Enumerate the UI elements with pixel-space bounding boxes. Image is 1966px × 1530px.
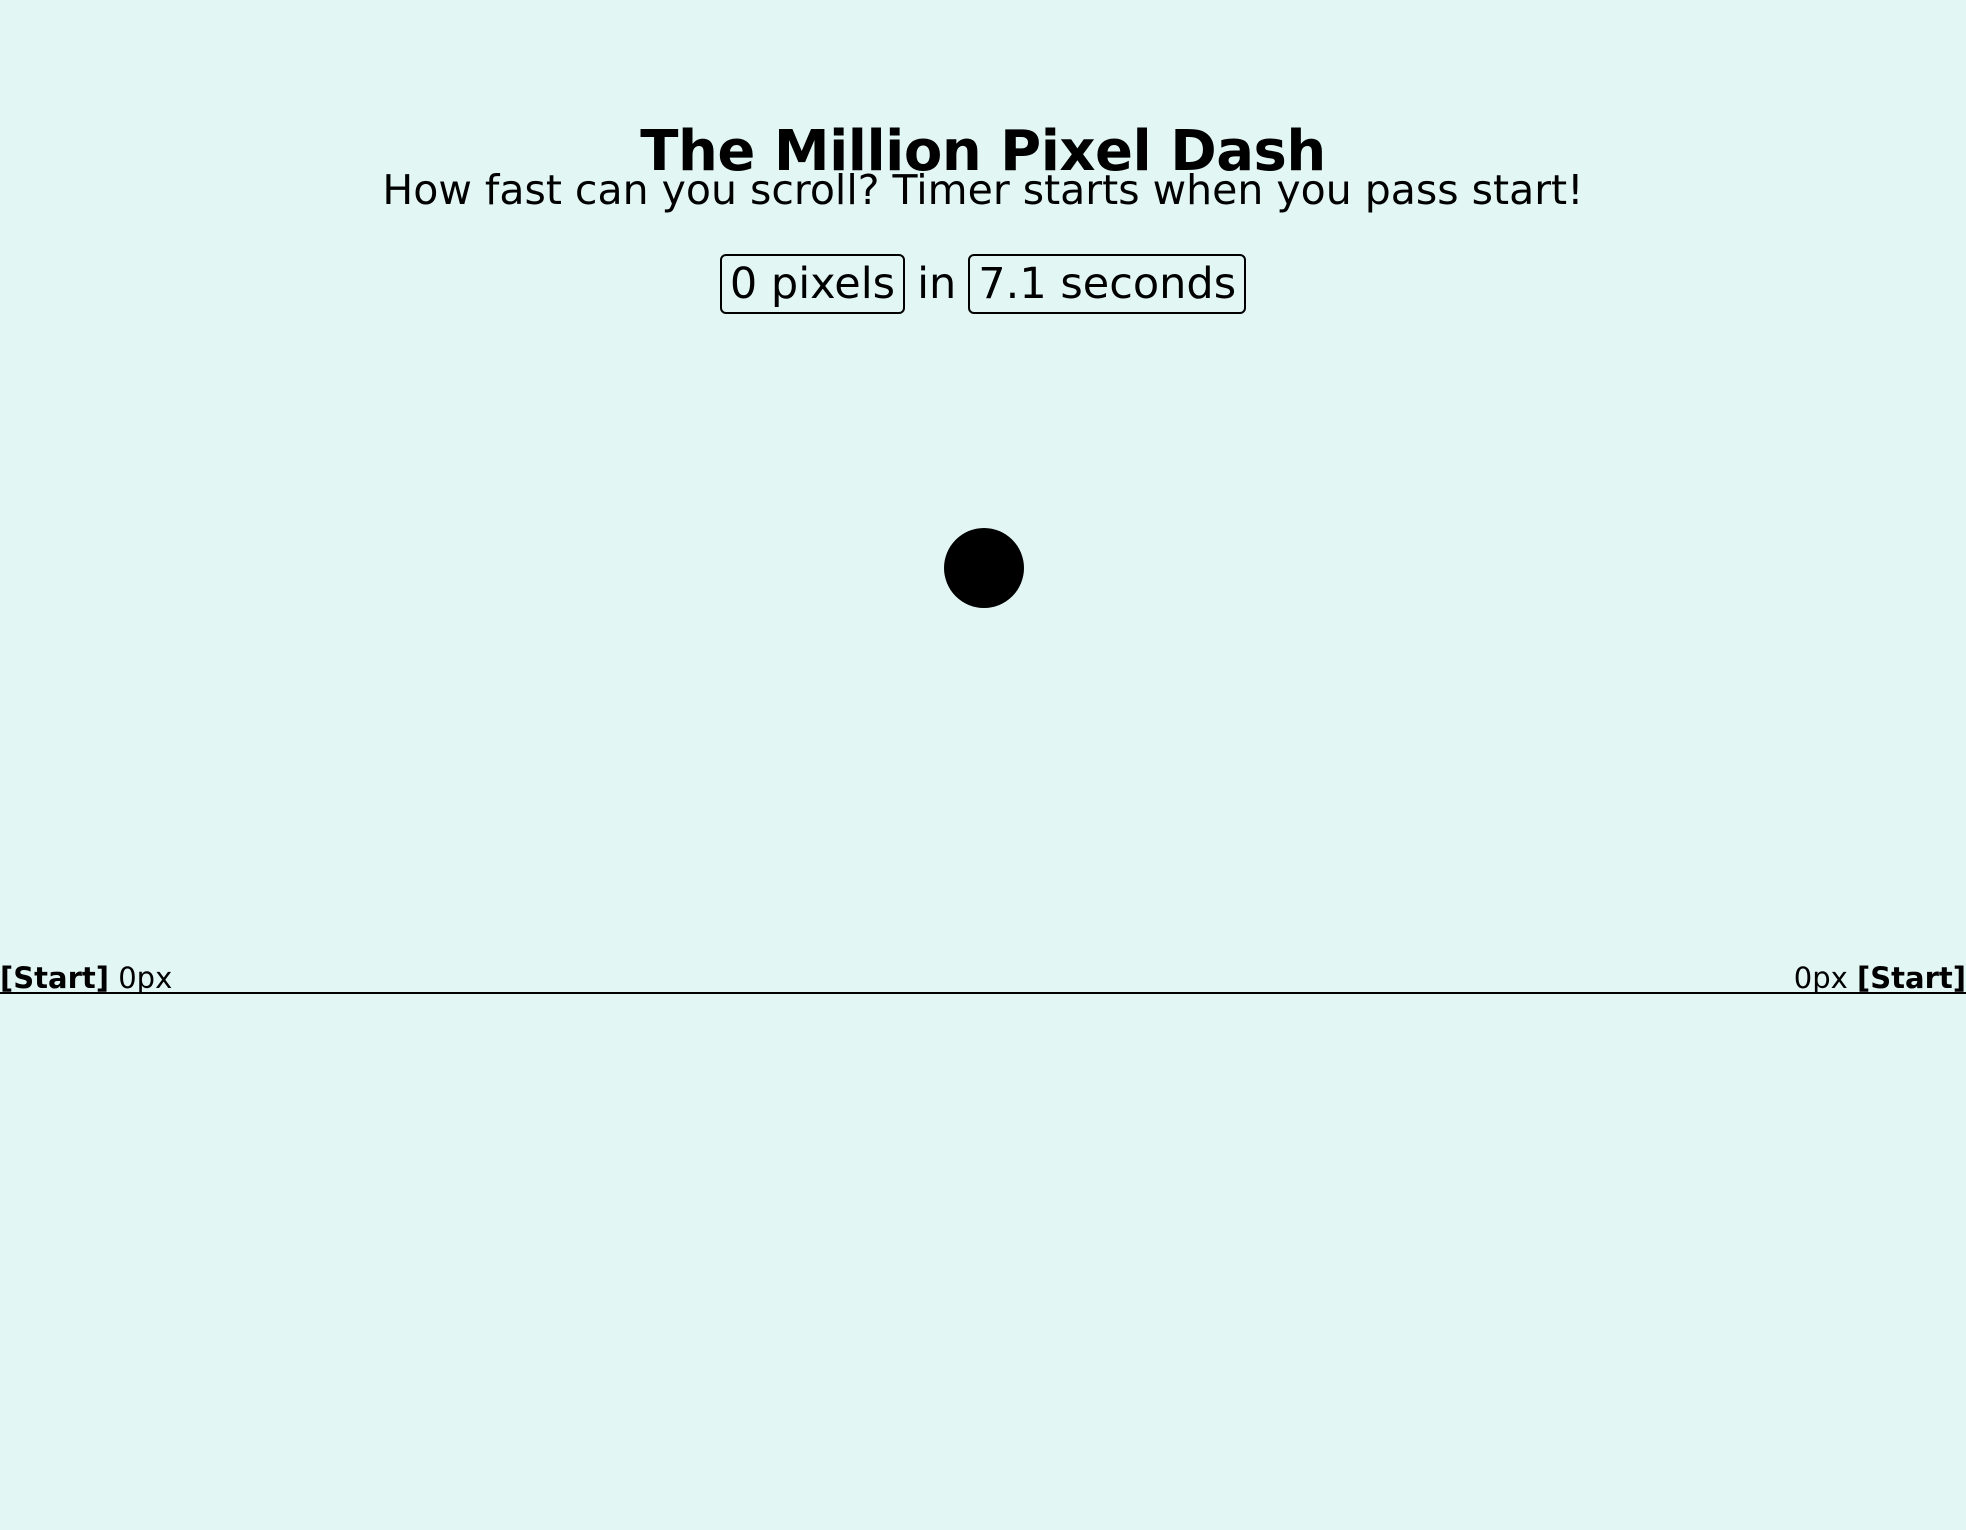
start-line xyxy=(0,992,1966,994)
pixels-counter: 0 pixels xyxy=(719,254,906,314)
start-marker-left: [Start] 0px xyxy=(0,960,172,996)
scroll-ball xyxy=(944,528,1024,608)
stats-connector: in xyxy=(917,259,957,309)
page-subtitle: How fast can you scroll? Timer starts wh… xyxy=(382,166,1584,214)
seconds-timer: 7.1 seconds xyxy=(968,254,1247,314)
start-marker-right: 0px [Start] xyxy=(1794,960,1966,996)
start-label-left: [Start] xyxy=(0,961,109,995)
start-distance-right: 0px xyxy=(1793,961,1848,995)
stats-readout: 0 pixels in 7.1 seconds xyxy=(0,254,1966,314)
start-distance-left: 0px xyxy=(118,961,173,995)
start-label-right: [Start] xyxy=(1857,961,1966,995)
